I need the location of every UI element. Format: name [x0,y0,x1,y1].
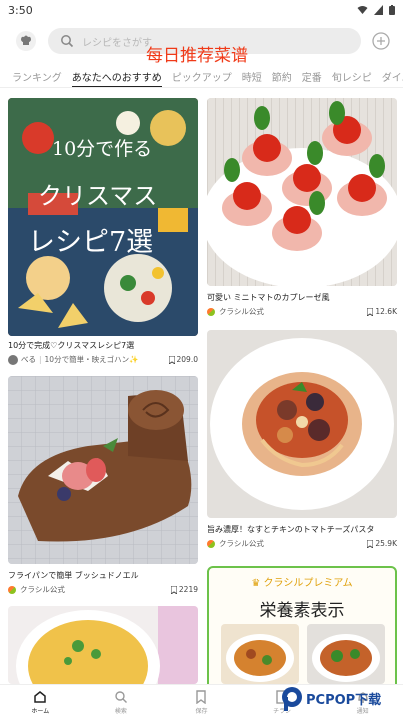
tab-classic[interactable]: 定番 [302,66,327,87]
noel-bookmark-count: 2219 [170,585,198,594]
premium-title: 栄養素表示 [259,601,345,621]
nav-saved[interactable]: 保存 [171,690,231,715]
caprese-meta: クラシル公式 12.6K [207,306,397,317]
bookmark-icon [170,585,177,594]
christmas-meta: べる | 10分で簡単・映えゴハン✨ 209.0 [8,354,198,365]
pasta-bookmarks: 25.9K [375,539,397,548]
noel-title: フライパンで簡単 ブッシュドノエル [8,571,139,580]
christmas-bookmark-count: 209.0 [168,355,198,364]
home-icon [34,691,47,703]
kurashiru-logo-icon [8,585,16,594]
status-bar: 3:50 [0,0,403,20]
author-avatar [8,354,18,365]
recipe-card-pasta[interactable]: 旨み濃厚！なすとチキンのトマトチーズパスタ クラシル公式 25.9K [207,330,397,552]
add-icon[interactable] [372,32,390,50]
tab-recommended[interactable]: あなたへのおすすめ [71,66,162,87]
noel-recipe-image [8,376,198,564]
premium-dish-image-1 [221,624,299,684]
christmas-bookmarks: 209.0 [176,355,198,364]
premium-promo-card[interactable]: ♛ クラシルプレミアム 栄養素表示 [207,566,397,696]
tab-seasonal[interactable]: 旬レシピ [332,66,377,87]
watermark-text: PCPOP下载 [306,693,382,708]
soup-recipe-image [8,606,198,684]
search-placeholder: レシピをさがす [82,38,152,49]
nav-search[interactable]: 検索 [91,690,151,715]
tab-quick[interactable]: 時短 [242,66,267,87]
caprese-recipe-image [207,98,397,286]
christmas-image-title-2: レシピ7選 [28,227,154,258]
bookmark-icon [367,539,374,548]
christmas-tagline: 10分で簡単・映えゴハン✨ [44,355,139,364]
pasta-author: クラシル公式 [219,539,264,548]
pasta-recipe-image [207,330,397,518]
nav-saved-label: 保存 [195,708,208,715]
kurashiru-logo-icon [207,307,215,316]
christmas-image-title-1: クリスマス [38,182,158,210]
wifi-icon [357,6,368,14]
battery-icon [389,5,395,15]
signal-icon [374,5,383,15]
overlay-title: 每日推荐菜谱 [146,46,248,66]
tab-ranking[interactable]: ランキング [12,66,67,87]
tab-budget[interactable]: 節約 [272,66,297,87]
noel-author: クラシル公式 [20,585,65,594]
search-icon [61,35,74,48]
recipe-card-christmas[interactable]: 10分で作る クリスマス レシピ7選 10分で完成♡クリスマスレシピ7選 べる … [8,98,198,368]
pasta-bookmark-count: 25.9K [367,539,397,548]
christmas-title: 10分で完成♡クリスマスレシピ7選 [8,341,135,350]
premium-heading-text: クラシルプレミアム [263,578,353,589]
bookmark-icon [367,307,374,316]
premium-dish-image-2 [307,624,385,684]
noel-meta: クラシル公式 2219 [8,584,198,595]
category-tabs: ランキング あなたへのおすすめ ピックアップ 時短 節約 定番 旬レシピ ダイエ… [0,66,403,88]
nav-search-label: 検索 [114,708,127,715]
bookmark-icon [196,690,207,704]
status-time: 3:50 [8,3,33,17]
nav-home-label: ホーム [31,708,50,715]
christmas-recipe-image: 10分で作る クリスマス レシピ7選 [8,98,198,336]
caprese-title: 可愛い ミニトマトのカプレーゼ風 [207,293,330,302]
bookmark-icon [168,355,175,364]
kurashiru-logo-icon [207,539,215,548]
search-icon [115,691,127,703]
christmas-image-heading: 10分で作る [52,138,153,160]
recipe-card-noel[interactable]: フライパンで簡単 ブッシュドノエル クラシル公式 2219 [8,376,198,598]
recipe-card-caprese[interactable]: 可愛い ミニトマトのカプレーゼ風 クラシル公式 12.6K [207,98,397,320]
pasta-title: 旨み濃厚！なすとチキンのトマトチーズパスタ [207,525,375,534]
nav-home[interactable]: ホーム [10,690,70,715]
chef-hat-icon[interactable] [16,31,36,51]
premium-heading: ♛ クラシルプレミアム [209,574,395,589]
pcpop-logo-icon [282,687,302,711]
recipe-card-soup[interactable] [8,606,198,684]
noel-bookmarks: 2219 [178,585,198,594]
tab-diet[interactable]: ダイエット [382,66,403,87]
caprese-author: クラシル公式 [219,307,264,316]
tab-pickup[interactable]: ピックアップ [172,66,237,87]
caprese-bookmarks: 12.6K [375,307,397,316]
pasta-meta: クラシル公式 25.9K [207,538,397,549]
pcpop-watermark: PCPOP下载 [280,683,402,715]
crown-icon: ♛ [251,578,261,589]
status-icons [357,5,395,15]
christmas-author: べる [21,355,36,364]
caprese-bookmark-count: 12.6K [367,307,397,316]
